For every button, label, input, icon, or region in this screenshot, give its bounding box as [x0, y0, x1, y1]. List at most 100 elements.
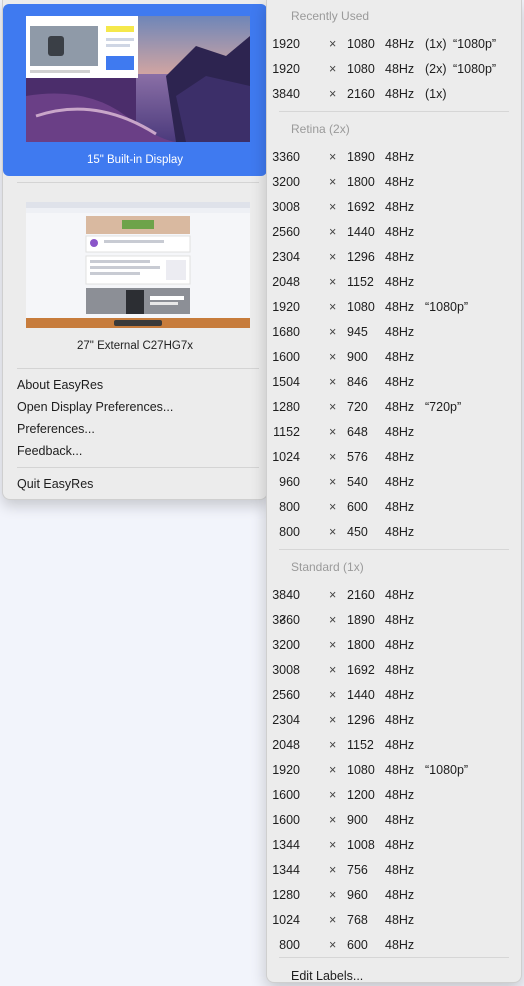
- times-separator: ×: [329, 300, 337, 314]
- resolution-width: 1600: [272, 813, 300, 827]
- resolution-height: 960: [347, 888, 368, 902]
- times-separator: ×: [329, 613, 337, 627]
- times-separator: ×: [329, 275, 337, 289]
- resolution-option[interactable]: 1152 × 648 48Hz: [267, 419, 521, 444]
- resolution-option[interactable]: 800 × 600 48Hz: [267, 932, 521, 957]
- external-display-thumbnail[interactable]: [26, 202, 250, 328]
- times-separator: ×: [329, 200, 337, 214]
- resolution-option[interactable]: 2048 × 1152 48Hz: [267, 269, 521, 294]
- times-separator: ×: [329, 525, 337, 539]
- resolution-height: 1800: [347, 175, 375, 189]
- refresh-rate: 48Hz: [385, 400, 415, 414]
- resolution-option[interactable]: 3360 × 1890 48Hz: [267, 144, 521, 169]
- resolution-option[interactable]: 1504 × 846 48Hz: [267, 369, 521, 394]
- refresh-rate: 48Hz: [385, 350, 415, 364]
- resolution-option[interactable]: 2304 × 1296 48Hz: [267, 244, 521, 269]
- resolution-height: 1008: [347, 838, 375, 852]
- open-display-preferences-menu-item[interactable]: Open Display Preferences...: [17, 400, 173, 414]
- resolution-option[interactable]: 3840 × 2160 48Hz (1x): [267, 81, 521, 106]
- quit-easyres-menu-item[interactable]: Quit EasyRes: [17, 477, 93, 491]
- resolution-height: 1440: [347, 688, 375, 702]
- scale-factor: (2x): [425, 62, 447, 76]
- resolution-height: 1080: [347, 37, 375, 51]
- resolution-option[interactable]: 1024 × 768 48Hz: [267, 907, 521, 932]
- resolution-width: 3360: [272, 150, 300, 164]
- resolution-option[interactable]: 2560 × 1440 48Hz: [267, 219, 521, 244]
- resolution-height: 900: [347, 350, 368, 364]
- resolution-option[interactable]: 2304 × 1296 48Hz: [267, 707, 521, 732]
- resolution-height: 1080: [347, 300, 375, 314]
- resolution-height: 1440: [347, 225, 375, 239]
- times-separator: ×: [329, 938, 337, 952]
- menu-separator: [17, 182, 259, 183]
- refresh-rate: 48Hz: [385, 275, 415, 289]
- resolution-option[interactable]: 2048 × 1152 48Hz: [267, 732, 521, 757]
- times-separator: ×: [329, 350, 337, 364]
- times-separator: ×: [329, 325, 337, 339]
- preferences-menu-item[interactable]: Preferences...: [17, 422, 95, 436]
- times-separator: ×: [329, 250, 337, 264]
- scale-factor: (1x): [425, 87, 447, 101]
- about-easyres-menu-item[interactable]: About EasyRes: [17, 378, 103, 392]
- resolution-width: 1280: [272, 400, 300, 414]
- resolution-option[interactable]: 1280 × 960 48Hz: [267, 882, 521, 907]
- times-separator: ×: [329, 425, 337, 439]
- resolution-option[interactable]: 1600 × 900 48Hz: [267, 344, 521, 369]
- times-separator: ×: [329, 763, 337, 777]
- resolution-height: 1152: [347, 275, 374, 289]
- resolution-width: 1152: [273, 425, 300, 439]
- resolution-option[interactable]: 1920 × 1080 48Hz “1080p”: [267, 294, 521, 319]
- resolution-option[interactable]: 3008 × 1692 48Hz: [267, 194, 521, 219]
- resolution-height: 576: [347, 450, 368, 464]
- resolution-option[interactable]: 1600 × 1200 48Hz: [267, 782, 521, 807]
- resolution-option[interactable]: 1344 × 756 48Hz: [267, 857, 521, 882]
- resolution-width: 1504: [272, 375, 300, 389]
- resolution-option[interactable]: 1920 × 1080 48Hz “1080p”: [267, 757, 521, 782]
- refresh-rate: 48Hz: [385, 250, 415, 264]
- resolution-option[interactable]: ✓ 3360 × 1890 48Hz: [267, 607, 521, 632]
- scale-factor: (1x): [425, 37, 447, 51]
- resolution-option[interactable]: 1600 × 900 48Hz: [267, 807, 521, 832]
- refresh-rate: 48Hz: [385, 588, 415, 602]
- resolution-width: 1920: [272, 300, 300, 314]
- times-separator: ×: [329, 62, 337, 76]
- resolution-option[interactable]: 1920 × 1080 48Hz (2x) “1080p”: [267, 56, 521, 81]
- resolution-width: 1280: [272, 888, 300, 902]
- resolution-option[interactable]: 2560 × 1440 48Hz: [267, 682, 521, 707]
- resolution-height: 1080: [347, 763, 375, 777]
- resolution-label-tag: “720p”: [425, 400, 462, 414]
- refresh-rate: 48Hz: [385, 175, 415, 189]
- refresh-rate: 48Hz: [385, 813, 415, 827]
- refresh-rate: 48Hz: [385, 325, 415, 339]
- edit-labels-menu-item[interactable]: Edit Labels...: [291, 969, 363, 983]
- resolution-option[interactable]: 3200 × 1800 48Hz: [267, 169, 521, 194]
- refresh-rate: 48Hz: [385, 475, 415, 489]
- resolution-option[interactable]: 800 × 450 48Hz: [267, 519, 521, 544]
- resolution-option[interactable]: 1680 × 945 48Hz: [267, 319, 521, 344]
- resolution-option[interactable]: 3840 × 2160 48Hz: [267, 582, 521, 607]
- resolution-height: 1296: [347, 250, 375, 264]
- resolution-option[interactable]: 3200 × 1800 48Hz: [267, 632, 521, 657]
- times-separator: ×: [329, 913, 337, 927]
- resolution-width: 3840: [272, 588, 300, 602]
- refresh-rate: 48Hz: [385, 763, 415, 777]
- menu-separator: [279, 957, 509, 958]
- resolution-option[interactable]: 1344 × 1008 48Hz: [267, 832, 521, 857]
- resolution-option[interactable]: 800 × 600 48Hz: [267, 494, 521, 519]
- resolution-label-tag: “1080p”: [453, 62, 497, 76]
- resolution-height: 2160: [347, 588, 375, 602]
- resolution-option[interactable]: 3008 × 1692 48Hz: [267, 657, 521, 682]
- resolution-option[interactable]: 1920 × 1080 48Hz (1x) “1080p”: [267, 31, 521, 56]
- resolution-option[interactable]: 960 × 540 48Hz: [267, 469, 521, 494]
- resolution-width: 3008: [272, 663, 300, 677]
- resolution-width: 3360: [272, 613, 300, 627]
- external-display-label[interactable]: 27" External C27HG7x: [3, 340, 267, 352]
- feedback-menu-item[interactable]: Feedback...: [17, 444, 82, 458]
- times-separator: ×: [329, 175, 337, 189]
- resolution-height: 1692: [347, 200, 375, 214]
- times-separator: ×: [329, 375, 337, 389]
- display-option-builtin[interactable]: 15" Built-in Display: [3, 4, 267, 176]
- refresh-rate: 48Hz: [385, 938, 415, 952]
- resolution-option[interactable]: 1280 × 720 48Hz “720p”: [267, 394, 521, 419]
- resolution-option[interactable]: 1024 × 576 48Hz: [267, 444, 521, 469]
